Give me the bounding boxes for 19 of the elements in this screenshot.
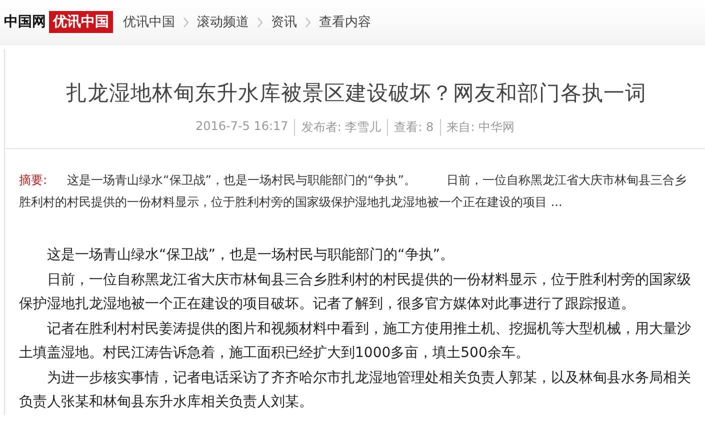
meta-text: 发布者: 李雪儿 — [294, 119, 388, 136]
chevron-icon — [257, 16, 263, 28]
paragraph: 为进一步核实事情，记者电话采访了齐齐哈尔市扎龙湿地管理处相关负责人郭某，以及林甸县水务局相关负责人张某和林甸县东升水库相关负责人刘某。 — [19, 368, 692, 412]
breadcrumb-link[interactable]: 资讯 — [271, 13, 297, 31]
breadcrumb-link[interactable]: 优讯中国 — [123, 13, 175, 31]
site-logo[interactable]: 中国网 — [4, 13, 46, 31]
paragraph: 记者在胜利村村民姜涛提供的图片和视频材料中看到，施工方使用推土机、挖掘机等大型机械，用大量沙土填盖湿地。村民江涛告诉急着，施工面积已经扩大到1000多亩，填土500余车。 — [19, 320, 692, 363]
meta-text: 2016-7-5 16:17 — [194, 119, 290, 135]
summary-text: 摘要: 这是一场青山绿水“保卫战”，也是一场村民与职能部门的“争执”。 日前，一位自称黑龙江省大庆市林甸县三合乡胜利村的村民提供的一份材料显示，位于胜利村旁的国家级保护湿地扎龙湿地被一个正在建设的项目 ... — [19, 172, 688, 211]
paragraph: 日前，一位自称黑龙江省大庆市林甸县三合乡胜利村的村民提供的一份材料显示，位于胜利村旁的国家级保护湿地扎龙湿地被一个正在建设的项目破坏。记者了解到，很多官方媒体对此事进行了跟踪报道。 — [19, 270, 692, 314]
meta-text: 来自: 中华网 — [440, 119, 521, 136]
article-title: 扎龙湿地林甸东升水库被景区建设破坏？网友和部门各执一词 — [64, 80, 648, 107]
meta-text: 查看: 8 — [387, 119, 440, 136]
paragraph: 这是一场青山绿水“保卫战”，也是一场村民与职能部门的“争执”。 — [46, 246, 456, 265]
channel-logo[interactable]: 优讯中国 — [49, 11, 113, 33]
chevron-icon — [305, 16, 311, 28]
chevron-icon — [183, 16, 189, 28]
breadcrumb-link[interactable]: 滚动频道 — [197, 13, 249, 31]
breadcrumb-link[interactable]: 查看内容 — [319, 13, 371, 31]
